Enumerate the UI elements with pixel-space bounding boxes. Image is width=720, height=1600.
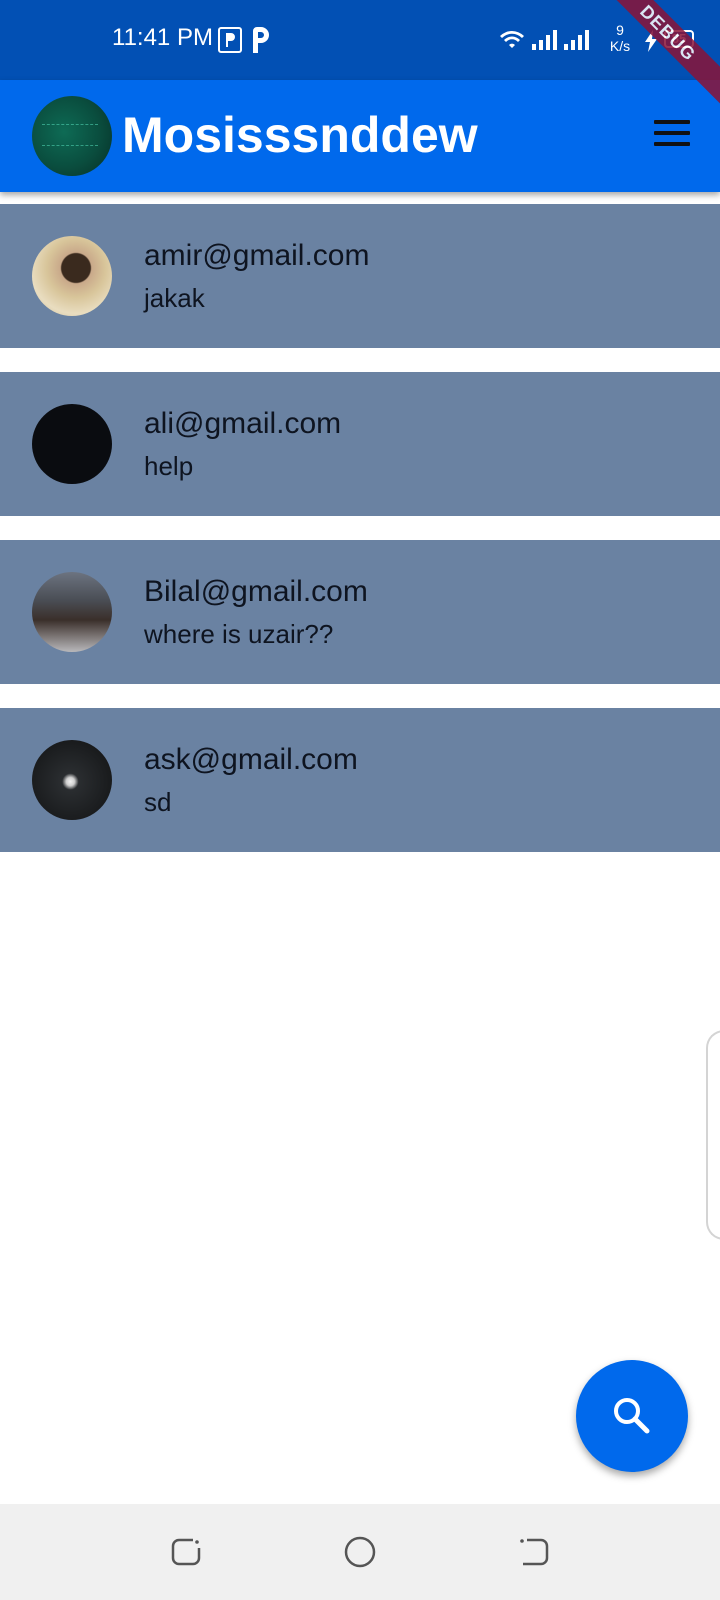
back-icon[interactable]: [516, 1534, 552, 1570]
chat-email: amir@gmail.com: [144, 239, 370, 272]
p-app-icon: [253, 27, 269, 53]
list-item[interactable]: amir@gmail.com jakak: [0, 204, 720, 348]
chat-email: Bilal@gmail.com: [144, 575, 368, 608]
status-time: 11:41 PM: [112, 24, 213, 51]
chat-email: ali@gmail.com: [144, 407, 342, 440]
menu-icon: [652, 120, 692, 146]
avatar: [32, 572, 112, 652]
signal-icon: [564, 30, 589, 50]
chat-message: jakak: [144, 283, 205, 313]
wifi-icon: [500, 31, 524, 48]
signal-icon: [532, 30, 557, 50]
page-title: Mosisssnddew: [122, 107, 478, 163]
network-speed-value: 9: [616, 22, 624, 38]
network-speed-unit: K/s: [609, 38, 631, 54]
list-item[interactable]: Bilal@gmail.com where is uzair??: [0, 540, 720, 684]
menu-button[interactable]: [652, 120, 692, 152]
chat-email: ask@gmail.com: [144, 743, 358, 776]
profile-avatar[interactable]: [32, 96, 112, 176]
avatar: [32, 740, 112, 820]
chat-message: help: [144, 451, 194, 481]
network-speed: 9 K/s: [604, 22, 636, 54]
system-nav-bar: [0, 1504, 720, 1600]
list-item[interactable]: ali@gmail.com help: [0, 372, 720, 516]
app-bar: Mosisssnddew: [0, 80, 720, 192]
chat-list: amir@gmail.com jakak ali@gmail.com help …: [0, 204, 720, 876]
avatar: [32, 236, 112, 316]
recents-icon[interactable]: [168, 1534, 204, 1570]
search-icon: [614, 1398, 650, 1434]
parking-app-icon: [218, 27, 242, 53]
list-item[interactable]: ask@gmail.com sd: [0, 708, 720, 852]
avatar: [32, 404, 112, 484]
chat-message: where is uzair??: [144, 619, 334, 649]
edge-panel-handle[interactable]: [706, 1030, 720, 1240]
search-button[interactable]: [576, 1360, 688, 1472]
status-bar: 11:41 PM 9 K/s 85: [0, 0, 720, 80]
home-icon[interactable]: [342, 1534, 378, 1570]
chat-message: sd: [144, 787, 172, 817]
